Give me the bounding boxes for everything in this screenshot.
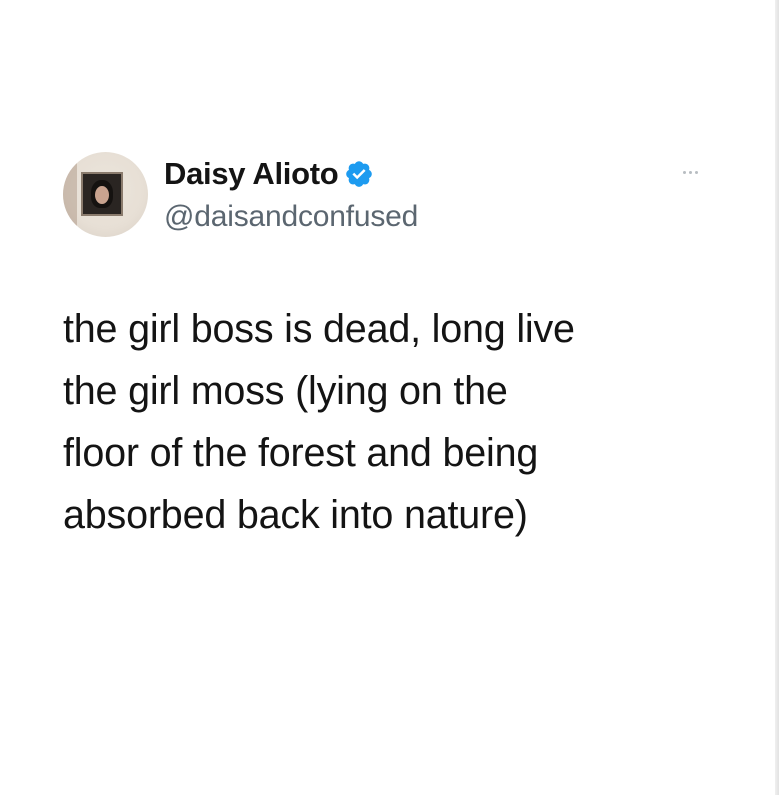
tweet-text: the girl boss is dead, long live the gir… [63,298,723,546]
more-options-icon[interactable] [675,162,705,182]
avatar[interactable] [63,152,148,237]
more-dot [682,170,686,174]
right-edge-divider [775,0,779,795]
more-dot [694,170,698,174]
verified-badge-icon [344,159,374,189]
avatar-photo-frame [81,172,123,216]
tweet-screenshot: Daisy Alioto @daisandconfused the girl b… [0,0,779,795]
tweet-header: Daisy Alioto @daisandconfused [63,152,713,242]
tweet-text-line: floor of the forest and being [63,431,539,475]
author-name-row: Daisy Alioto [164,154,374,194]
author-display-name[interactable]: Daisy Alioto [164,156,339,192]
author-handle[interactable]: @daisandconfused [164,200,418,234]
tweet-text-line: the girl moss (lying on the [63,369,508,413]
tweet-text-line: absorbed back into nature) [63,493,528,537]
avatar-face [95,186,109,204]
more-dot [688,170,692,174]
avatar-shadow [63,152,77,237]
tweet-text-line: the girl boss is dead, long live [63,307,575,351]
